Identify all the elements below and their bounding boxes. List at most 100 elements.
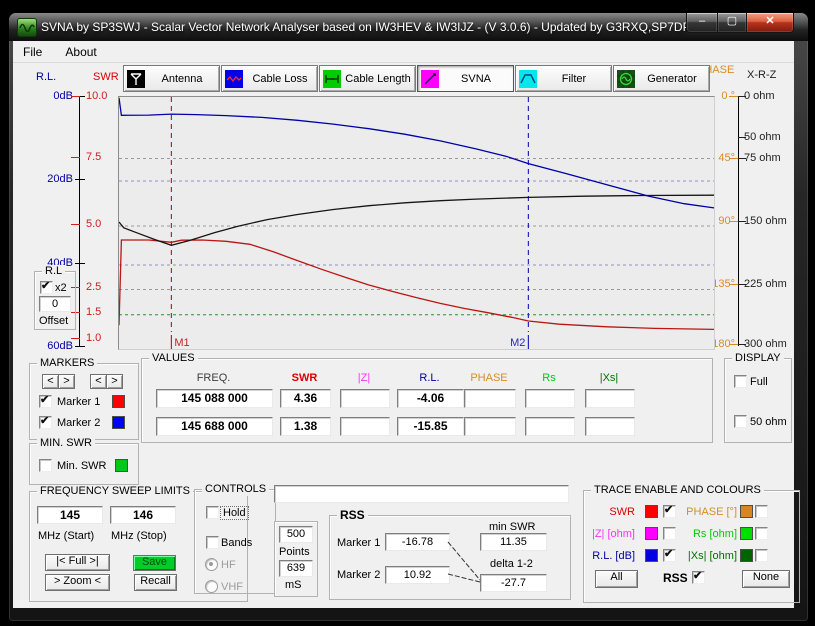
save-button[interactable]: Save: [133, 555, 176, 571]
markers-group: MARKERS < > < > Marker 1 Marker 2: [29, 363, 139, 440]
ms-input[interactable]: 639: [279, 560, 313, 577]
toolbar-button-generator[interactable]: Generator: [613, 65, 710, 92]
axis-tick: [71, 96, 80, 97]
rss-marker1-value[interactable]: -16.78: [385, 533, 450, 551]
trace-checkbox-right-1[interactable]: [755, 527, 768, 540]
min-swr-color-swatch[interactable]: [115, 459, 128, 472]
trace-checkbox-left-2[interactable]: [663, 549, 676, 562]
axis-line: [79, 96, 80, 347]
rl-offset-group: R.L x2 0 Offset: [34, 271, 76, 330]
trace-ohm: [119, 195, 714, 245]
menu-file[interactable]: File: [13, 41, 52, 59]
marker1-checkbox[interactable]: [39, 395, 52, 408]
chart-plot[interactable]: M1M2: [118, 96, 715, 350]
values-cell-row1-col4[interactable]: -4.06: [397, 389, 464, 408]
min-swr-checkbox[interactable]: [39, 459, 52, 472]
values-cell-row2-col1[interactable]: 145 688 000: [156, 417, 273, 436]
left-axis-db-label: 60dB: [29, 341, 73, 352]
trace-swatch-left-1[interactable]: [645, 527, 658, 540]
trace-none-button[interactable]: None: [742, 570, 790, 588]
trace-checkbox-right-2[interactable]: [755, 549, 768, 562]
values-cell-row1-col7[interactable]: [585, 389, 635, 408]
toolbar-button-filter[interactable]: Filter: [515, 65, 612, 92]
points-input[interactable]: 500: [279, 526, 313, 543]
marker1-right-button[interactable]: >: [58, 374, 75, 389]
trace-swatch-right-0[interactable]: [740, 505, 753, 518]
trace-checkbox-left-1[interactable]: [663, 527, 676, 540]
toolbar-button-label: Cable Length: [341, 73, 415, 85]
values-cell-row2-col2[interactable]: 1.38: [280, 417, 331, 436]
marker1-color-swatch[interactable]: [112, 395, 125, 408]
trace-swatch-right-2[interactable]: [740, 549, 753, 562]
recall-button[interactable]: Recall: [134, 574, 177, 591]
toolbar-button-cable-length[interactable]: Cable Length: [319, 65, 416, 92]
rss-group: RSS Marker 1 -16.78 min SWR 11.35 Marker…: [329, 515, 571, 600]
trace-swatch-left-0[interactable]: [645, 505, 658, 518]
trace-label-left-0: SWR: [588, 506, 635, 518]
trace-checkbox-right-0[interactable]: [755, 505, 768, 518]
sweep-stop-input[interactable]: 146: [110, 506, 176, 524]
marker2-label: Marker 2: [57, 417, 100, 429]
menu-about[interactable]: About: [55, 41, 106, 59]
zoom-button[interactable]: > Zoom <: [45, 574, 110, 591]
toolbar-button-antenna[interactable]: Antenna: [123, 65, 220, 92]
bands-checkbox[interactable]: [206, 536, 219, 549]
trace-group: TRACE ENABLE AND COLOURS All RSS None SW…: [583, 490, 800, 603]
sweep-title: FREQUENCY SWEEP LIMITS: [37, 485, 193, 498]
values-cell-row2-col6[interactable]: [525, 417, 575, 436]
values-header-1: SWR: [280, 372, 329, 384]
minimize-button[interactable]: –: [686, 13, 718, 33]
hf-radio[interactable]: [205, 558, 218, 571]
command-field[interactable]: [274, 485, 569, 503]
hold-checkbox[interactable]: [206, 506, 219, 519]
ms-label: mS: [285, 579, 302, 591]
values-cell-row1-col3[interactable]: [340, 389, 390, 408]
close-button[interactable]: ✕: [746, 13, 794, 33]
marker2-checkbox[interactable]: [39, 416, 52, 429]
display-group: DISPLAY Full 50 ohm: [724, 358, 792, 443]
marker2-left-button[interactable]: <: [90, 374, 107, 389]
trace-all-button[interactable]: All: [595, 570, 638, 588]
trace-rss-checkbox[interactable]: [692, 571, 705, 584]
axis-tick: [75, 346, 85, 347]
offset-input[interactable]: 0: [39, 296, 71, 312]
rss-min-swr-value[interactable]: 11.35: [480, 533, 547, 551]
display-50ohm-checkbox[interactable]: [734, 415, 747, 428]
values-cell-row1-col2[interactable]: 4.36: [280, 389, 331, 408]
full-span-button[interactable]: |< Full >|: [45, 554, 110, 571]
rss-delta-value[interactable]: -27.7: [480, 574, 547, 592]
values-cell-row2-col5[interactable]: [464, 417, 516, 436]
toolbar-button-cable-loss[interactable]: Cable Loss: [221, 65, 318, 92]
values-header-3: R.L.: [397, 372, 462, 384]
display-full-checkbox[interactable]: [734, 375, 747, 388]
generator-icon: [617, 70, 635, 88]
marker1-left-button[interactable]: <: [42, 374, 59, 389]
trace-checkbox-left-0[interactable]: [663, 505, 676, 518]
toolbar-button-svna[interactable]: SVNA: [417, 65, 514, 92]
left-axis-swr-label: 1.5: [86, 307, 116, 318]
min-swr-group: MIN. SWR Min. SWR: [29, 443, 139, 485]
vhf-radio[interactable]: [205, 580, 218, 593]
toolbar-button-label: Antenna: [145, 73, 219, 85]
maximize-button[interactable]: ▢: [718, 13, 746, 33]
trace-swatch-left-2[interactable]: [645, 549, 658, 562]
values-cell-row1-col5[interactable]: [464, 389, 516, 408]
titlebar[interactable]: SVNA by SP3SWJ - Scalar Vector Network A…: [9, 13, 808, 41]
trace-swatch-right-1[interactable]: [740, 527, 753, 540]
values-cell-row1-col6[interactable]: [525, 389, 575, 408]
values-cell-row1-col1[interactable]: 145 088 000: [156, 389, 273, 408]
sampling-group: 500 Points 639 mS: [274, 521, 318, 597]
values-cell-row2-col7[interactable]: [585, 417, 635, 436]
x2-checkbox[interactable]: [40, 281, 53, 294]
rss-marker2-value[interactable]: 10.92: [385, 566, 450, 584]
marker2-color-swatch[interactable]: [112, 416, 125, 429]
left-axis-swr-label: 10.0: [86, 91, 116, 102]
trace-label-right-2: |Xs| [ohm]: [680, 550, 737, 562]
sweep-start-input[interactable]: 145: [37, 506, 103, 524]
marker-label-M2: M2: [510, 337, 525, 349]
marker2-right-button[interactable]: >: [106, 374, 123, 389]
values-cell-row2-col3[interactable]: [340, 417, 390, 436]
values-cell-row2-col4[interactable]: -15.85: [397, 417, 464, 436]
cable-loss-icon: [225, 70, 243, 88]
toolbar-button-label: Cable Loss: [243, 73, 317, 85]
